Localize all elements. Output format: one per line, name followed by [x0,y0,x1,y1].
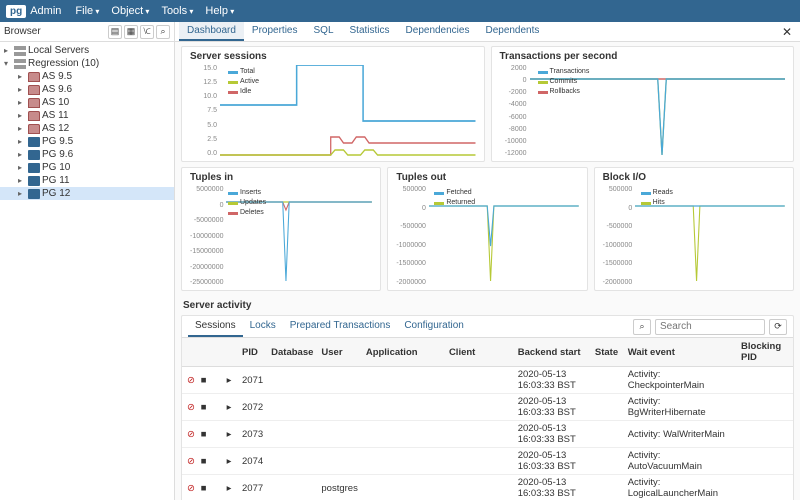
card-title: Tuples in [190,172,372,183]
expand-icon[interactable]: ▸ [224,402,234,413]
server-icon [28,176,40,186]
expand-icon[interactable]: ▸ [224,456,234,467]
server-icon [28,163,40,173]
server-icon [28,150,40,160]
activity-tab-sessions[interactable]: Sessions [188,316,243,337]
tree-server-item[interactable]: ▸AS 9.5 [0,70,174,83]
server-icon [28,85,40,95]
server-activity-title: Server activity [181,296,794,315]
search-icon[interactable]: ⌕ [633,319,651,335]
tree-regression[interactable]: ▾Regression (10) [0,57,174,70]
server-icon [28,124,40,134]
stop-icon[interactable]: ⊘ [186,402,196,413]
browser-tree[interactable]: ▸Local Servers ▾Regression (10) ▸AS 9.5 … [0,42,174,202]
tree-local-servers[interactable]: ▸Local Servers [0,44,174,57]
chart-legend: Total Active Idle [228,67,259,97]
card-title: Server sessions [190,51,476,62]
expand-icon[interactable]: ▸ [224,483,234,494]
tree-server-item[interactable]: ▸AS 10 [0,96,174,109]
stop-icon[interactable]: ⊘ [186,456,196,467]
chart-yaxis: 20000-2000-4000-6000-8000-10000-12000 [500,65,530,157]
table-row[interactable]: ⊘ ■▸20712020-05-13 16:03:33 BSTActivity:… [182,367,793,394]
main-tabs: Dashboard Properties SQL Statistics Depe… [175,22,800,42]
tree-server-item-selected[interactable]: ▸PG 12 [0,187,174,200]
tree-server-item[interactable]: ▸PG 9.6 [0,148,174,161]
menubar: pg Admin File Object Tools Help [0,0,800,22]
refresh-icon[interactable]: ⟳ [769,319,787,335]
tab-properties[interactable]: Properties [244,22,306,41]
tree-server-item[interactable]: ▸AS 12 [0,122,174,135]
server-activity-panel: Sessions Locks Prepared Transactions Con… [181,315,794,500]
table-row[interactable]: ⊘ ■▸20732020-05-13 16:03:33 BSTActivity:… [182,421,793,448]
activity-search-input[interactable] [655,319,765,335]
card-tuples-out: Tuples out 5000000-500000-1000000-150000… [387,167,587,291]
chart-yaxis: 15.012.510.07.55.02.50.0 [190,65,220,157]
tab-dependents[interactable]: Dependents [477,22,547,41]
activity-tab-locks[interactable]: Locks [243,316,283,337]
app-logo: pg [6,5,26,18]
tab-statistics[interactable]: Statistics [342,22,398,41]
grid-icon[interactable]: ▦ [124,25,138,39]
browser-panel: Browser ▤ ▦ ⟈ ⌕ ▸Local Servers ▾Regressi… [0,22,175,500]
server-icon [28,111,40,121]
server-icon [28,98,40,108]
stop-icon[interactable]: ⊘ [186,375,196,386]
terminate-icon[interactable]: ■ [199,456,209,467]
table-row[interactable]: ⊘ ■▸2077postgres2020-05-13 16:03:33 BSTA… [182,475,793,500]
stop-icon[interactable]: ⊘ [186,483,196,494]
chart-legend: Reads Hits [641,188,673,208]
tree-server-item[interactable]: ▸AS 11 [0,109,174,122]
expand-icon[interactable]: ▸ [224,429,234,440]
menu-object[interactable]: Object [111,5,149,17]
card-title: Transactions per second [500,51,786,62]
terminate-icon[interactable]: ■ [199,429,209,440]
tree-server-item[interactable]: ▸PG 9.5 [0,135,174,148]
activity-tab-config[interactable]: Configuration [397,316,470,337]
menu-file[interactable]: File [75,5,99,17]
chart-yaxis: 50000000-5000000-10000000-15000000-20000… [190,186,226,286]
chart-yaxis: 5000000-500000-1000000-1500000-2000000 [396,186,429,286]
terminate-icon[interactable]: ■ [199,402,209,413]
card-title: Block I/O [603,172,785,183]
card-tuples-in: Tuples in 50000000-5000000-10000000-1500… [181,167,381,291]
table-row[interactable]: ⊘ ■▸20722020-05-13 16:03:33 BSTActivity:… [182,394,793,421]
search-icon[interactable]: ⌕ [156,25,170,39]
tab-dependencies[interactable]: Dependencies [398,22,478,41]
terminate-icon[interactable]: ■ [199,375,209,386]
close-icon[interactable]: ✕ [782,25,792,39]
chart-legend: Transactions Commits Rollbacks [538,67,590,97]
server-icon [28,189,40,199]
server-group-icon [14,59,26,69]
tree-server-item[interactable]: ▸AS 9.6 [0,83,174,96]
tab-dashboard[interactable]: Dashboard [179,22,244,41]
menu-help[interactable]: Help [205,5,234,17]
browser-title: Browser [4,26,41,37]
server-group-icon [14,46,26,56]
expand-icon[interactable]: ▸ [224,375,234,386]
terminate-icon[interactable]: ■ [199,483,209,494]
chart-legend: Inserts Updates Deletes [228,188,266,218]
server-icon [28,72,40,82]
app-name: Admin [30,5,61,17]
tree-server-item[interactable]: ▸PG 10 [0,161,174,174]
server-icon [28,137,40,147]
table-row[interactable]: ⊘ ■▸20742020-05-13 16:03:33 BSTActivity:… [182,448,793,475]
menu-tools[interactable]: Tools [161,5,193,17]
chart-legend: Fetched Returned [434,188,475,208]
stop-icon[interactable]: ⊘ [186,429,196,440]
tag-icon[interactable]: ⟈ [140,25,154,39]
activity-tab-prepared[interactable]: Prepared Transactions [283,316,398,337]
card-title: Tuples out [396,172,578,183]
chart-yaxis: 5000000-500000-1000000-1500000-2000000 [603,186,636,286]
panel-icon[interactable]: ▤ [108,25,122,39]
card-server-sessions: Server sessions 15.012.510.07.55.02.50.0… [181,46,485,162]
activity-table: PIDDatabaseUserApplicationClientBackend … [182,338,793,500]
card-tps: Transactions per second 20000-2000-4000-… [491,46,795,162]
tree-server-item[interactable]: ▸PG 11 [0,174,174,187]
tab-sql[interactable]: SQL [306,22,342,41]
card-block-io: Block I/O 5000000-500000-1000000-1500000… [594,167,794,291]
